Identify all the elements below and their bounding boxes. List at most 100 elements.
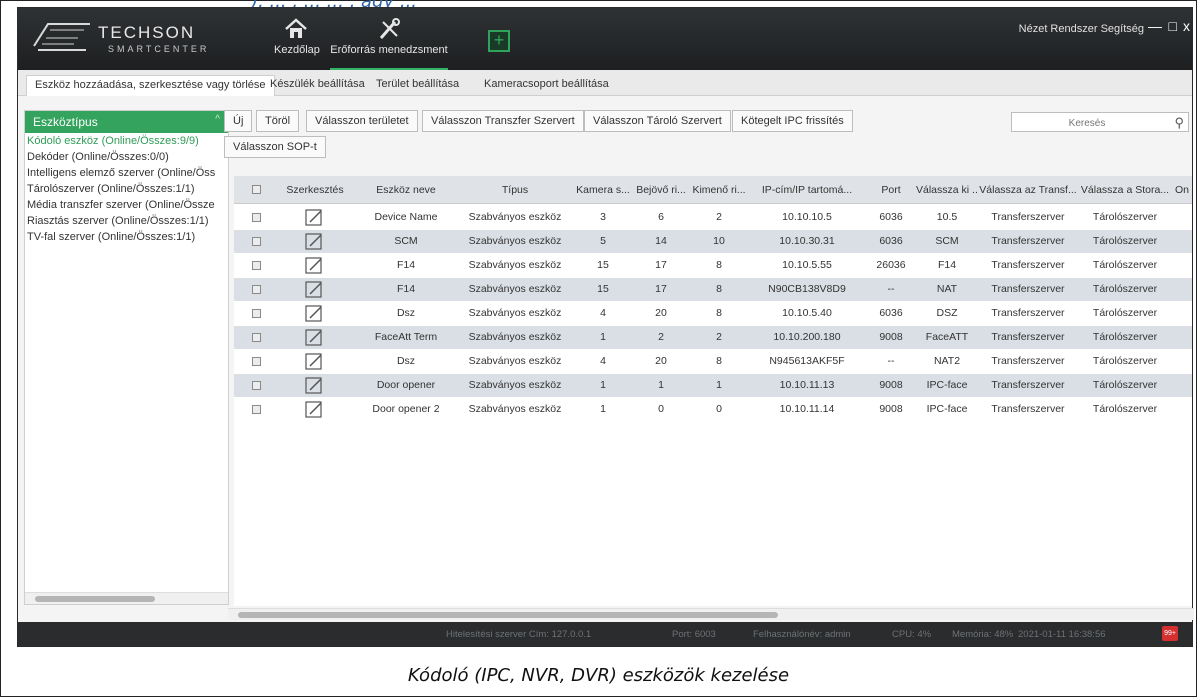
tab-camera-group-settings[interactable]: Kameracsoport beállítása xyxy=(476,75,617,96)
column-header[interactable]: On xyxy=(1172,184,1192,196)
column-header[interactable]: IP-cím/IP tartomá... xyxy=(748,184,866,196)
edit-icon[interactable] xyxy=(305,328,324,347)
select-sop-button[interactable]: Válasszon SOP-t xyxy=(224,136,326,158)
select-storage-server-button[interactable]: Válasszon Tároló Szervert xyxy=(584,110,731,132)
camera-count-cell: 1 xyxy=(600,331,606,343)
column-header[interactable]: Válassza az Transf... xyxy=(978,184,1078,196)
row-checkbox[interactable] xyxy=(252,357,261,366)
input-cell: 2 xyxy=(658,331,664,343)
sidebar-item-media-transfer[interactable]: Média transzfer szerver (Online/Össze xyxy=(25,197,228,213)
column-header[interactable]: Válassza a Stora... xyxy=(1078,184,1172,196)
port-cell: 9008 xyxy=(879,403,903,415)
scrollbar-thumb[interactable] xyxy=(238,612,778,618)
column-header[interactable]: Típus xyxy=(456,184,574,196)
table-row[interactable]: SCM Szabványos eszköz 5 14 10 10.10.30.31 6036… xyxy=(234,230,1192,253)
minimize-button[interactable]: — xyxy=(1148,18,1162,34)
table-row[interactable]: F14 Szabványos eszköz 15 17 8 N90CB138V8D9 -- N… xyxy=(234,278,1192,301)
select-all-checkbox[interactable] xyxy=(252,185,261,194)
edit-icon[interactable] xyxy=(305,352,324,371)
column-header[interactable]: Port xyxy=(866,184,916,196)
row-checkbox[interactable] xyxy=(252,285,261,294)
row-checkbox[interactable] xyxy=(252,381,261,390)
sidebar-item-encoder[interactable]: Kódoló eszköz (Online/Összes:9/9) xyxy=(25,133,228,149)
edit-icon[interactable] xyxy=(305,280,324,299)
type-cell: Szabványos eszköz xyxy=(468,355,562,367)
row-checkbox[interactable] xyxy=(252,237,261,246)
titlebar: TECHSON SMARTCENTER Kezdőlap Erőforrás m… xyxy=(18,8,1192,72)
table-row[interactable]: Door opener Szabványos eszköz 1 1 1 10.10.11.… xyxy=(234,374,1192,397)
port-cell: 6036 xyxy=(879,235,903,247)
row-checkbox[interactable] xyxy=(252,261,261,270)
edit-icon[interactable] xyxy=(305,376,324,395)
row-checkbox[interactable] xyxy=(252,309,261,318)
select-area-button[interactable]: Válasszon területet xyxy=(306,110,418,132)
sidebar-item-tv-wall[interactable]: TV-fal szerver (Online/Összes:1/1) xyxy=(25,229,228,245)
sidebar-item-intelligent-analysis[interactable]: Intelligens elemző szerver (Online/Öss xyxy=(25,165,228,181)
edit-icon[interactable] xyxy=(305,256,324,275)
column-header[interactable]: Bejövő ri... xyxy=(632,184,690,196)
table-row[interactable]: FaceAtt Term Szabványos eszköz 1 2 2 10.10.20… xyxy=(234,326,1192,349)
transfer-server-cell: Transferszerver xyxy=(991,403,1065,415)
column-header[interactable]: Szerkesztés xyxy=(274,184,356,196)
maximize-button[interactable]: □ xyxy=(1169,18,1177,34)
scrollbar-thumb[interactable] xyxy=(35,596,155,602)
storage-server-cell: Tárolószerver xyxy=(1092,379,1158,391)
port-cell: 6036 xyxy=(879,307,903,319)
input-cell: 20 xyxy=(655,355,667,367)
delete-button[interactable]: Töröl xyxy=(256,110,300,132)
table-row[interactable]: Door opener 2 Szabványos eszköz 1 0 0 10.10.1… xyxy=(234,398,1192,421)
menu-bar[interactable]: Nézet Rendszer Segítség xyxy=(1019,23,1144,35)
search-input[interactable] xyxy=(1012,114,1162,133)
batch-ipc-update-button[interactable]: Kötegelt IPC frissítés xyxy=(732,110,853,132)
transfer-server-cell: Transferszerver xyxy=(991,283,1065,295)
table-row[interactable]: Dsz Szabványos eszköz 4 20 8 10.10.5.40 6036 DS… xyxy=(234,302,1192,325)
column-header[interactable]: Kamera s... xyxy=(574,184,632,196)
area-cell: 10.5 xyxy=(936,211,958,223)
sidebar-item-decoder[interactable]: Dekóder (Online/Összes:0/0) xyxy=(25,149,228,165)
table-row[interactable]: Device Name Szabványos eszköz 3 6 2 10.10.10.… xyxy=(234,206,1192,229)
edit-icon[interactable] xyxy=(305,208,324,227)
type-cell: Szabványos eszköz xyxy=(468,259,562,271)
tab-add-edit-delete-device[interactable]: Eszköz hozzáadása, szerkesztése vagy tör… xyxy=(26,75,275,96)
select-transfer-server-button[interactable]: Válasszon Transzfer Szervert xyxy=(422,110,584,132)
output-cell: 2 xyxy=(716,331,722,343)
camera-count-cell: 1 xyxy=(600,403,606,415)
notification-badge[interactable]: 99+ xyxy=(1162,626,1178,641)
nav-resource-management-button[interactable]: Erőforrás menedzsment xyxy=(330,16,448,72)
device-table: Szerkesztés Eszköz neve Típus Kamera s... Be… xyxy=(234,176,1192,606)
status-bar: Hitelesítési szerver Cím: 127.0.0.1 Port… xyxy=(18,622,1192,646)
row-checkbox[interactable] xyxy=(252,333,261,342)
search-icon[interactable]: ⚲ xyxy=(1174,115,1184,131)
sidebar-header[interactable]: Eszköztípus ^ xyxy=(25,111,228,133)
tab-area-settings[interactable]: Terület beállítása xyxy=(368,75,467,96)
table-row[interactable]: Dsz Szabványos eszköz 4 20 8 N945613AKF5F -- NA… xyxy=(234,350,1192,373)
transfer-server-cell: Transferszerver xyxy=(991,379,1065,391)
input-cell: 20 xyxy=(655,307,667,319)
search-box: ⚲ xyxy=(1011,112,1189,133)
storage-server-cell: Tárolószerver xyxy=(1092,211,1158,223)
camera-count-cell: 4 xyxy=(600,355,606,367)
column-header[interactable]: Eszköz neve xyxy=(356,184,456,196)
new-button[interactable]: Új xyxy=(224,110,253,132)
ip-address-cell: N945613AKF5F xyxy=(769,355,845,367)
add-tab-button[interactable]: + xyxy=(488,30,510,52)
row-checkbox[interactable] xyxy=(252,213,261,222)
column-header[interactable]: Kimenő ri... xyxy=(690,184,748,196)
edit-icon[interactable] xyxy=(305,304,324,323)
transfer-server-cell: Transferszerver xyxy=(991,355,1065,367)
nav-home-button[interactable]: Kezdőlap xyxy=(274,16,320,64)
sidebar-item-storage[interactable]: Tárolószerver (Online/Összes:1/1) xyxy=(25,181,228,197)
row-checkbox[interactable] xyxy=(252,405,261,414)
edit-icon[interactable] xyxy=(305,400,324,419)
close-button[interactable]: x xyxy=(1183,18,1190,34)
device-type-sidebar: Eszköztípus ^ Kódoló eszköz (Online/Össz… xyxy=(24,110,229,605)
tab-device-settings[interactable]: Készülék beállítása xyxy=(262,75,373,96)
sidebar-item-alarm[interactable]: Riasztás szerver (Online/Összes:1/1) xyxy=(25,213,228,229)
edit-icon[interactable] xyxy=(305,232,324,251)
column-header[interactable]: Válassza ki ... xyxy=(916,184,978,196)
collapse-icon[interactable]: ^ xyxy=(215,114,220,125)
transfer-server-cell: Transferszerver xyxy=(991,211,1065,223)
table-horizontal-scrollbar[interactable] xyxy=(228,608,1194,620)
table-row[interactable]: F14 Szabványos eszköz 15 17 8 10.10.5.55 26036… xyxy=(234,254,1192,277)
sidebar-horizontal-scrollbar[interactable] xyxy=(25,592,228,604)
